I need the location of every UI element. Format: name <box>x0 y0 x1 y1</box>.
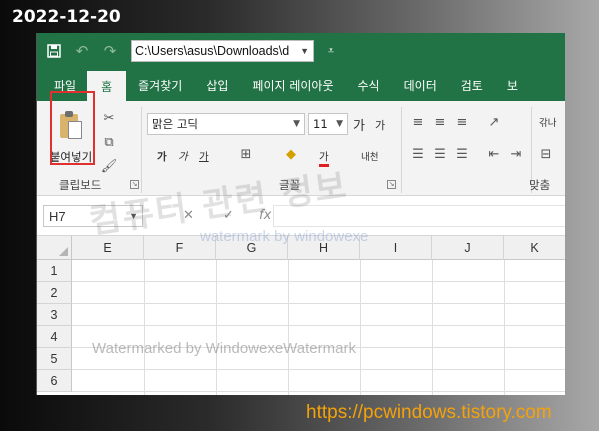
column-header[interactable]: I <box>360 236 432 260</box>
worksheet-grid: E F G H I J K 1 2 3 4 5 6 <box>37 236 565 395</box>
align-middle-icon[interactable]: ≡ <box>431 113 449 131</box>
borders-icon[interactable]: ⊞ <box>237 145 255 163</box>
name-box-value: H7 <box>49 208 66 224</box>
ribbon-tabs: 파일 홈 즐겨찾기 삽입 페이지 레이아웃 수식 데이터 검토 보 <box>37 69 565 101</box>
bold-button[interactable]: 가 <box>157 149 167 164</box>
clipboard-group-label: 클립보드 <box>59 178 102 192</box>
row-header[interactable]: 4 <box>37 326 72 348</box>
site-url: https://pcwindows.tistory.com <box>306 402 552 423</box>
align-right-icon[interactable]: ☰ <box>453 145 471 163</box>
cell-row[interactable] <box>72 260 565 282</box>
align-left-icon[interactable]: ☰ <box>409 145 427 163</box>
phonetic-button[interactable]: 내천 <box>361 149 378 163</box>
row-header[interactable]: 5 <box>37 348 72 370</box>
undo-icon[interactable]: ↶ <box>71 40 93 62</box>
font-launcher-icon[interactable]: ↘ <box>387 180 396 189</box>
watermark-mid: watermark by windowexe <box>200 228 369 245</box>
column-gridline <box>288 260 289 395</box>
select-all-button[interactable] <box>37 236 72 260</box>
copy-icon[interactable]: ⧉ <box>100 133 118 151</box>
chevron-down-icon: ▼ <box>300 46 309 56</box>
wrap-text-button[interactable]: 갂나 <box>539 115 556 129</box>
font-name-box[interactable]: 맑은 고딕 ▼ <box>147 113 305 135</box>
highlight-box <box>50 91 95 165</box>
row-header[interactable]: 1 <box>37 260 72 282</box>
column-gridline <box>432 260 433 395</box>
customize-icon[interactable]: ⩡ <box>320 40 342 62</box>
tab-formulas[interactable]: 수식 <box>346 69 392 101</box>
file-path-box[interactable]: C:\Users\asus\Downloads\d ▼ <box>131 40 314 62</box>
format-painter-icon[interactable]: 🖌 <box>100 157 118 175</box>
cell-row[interactable] <box>72 304 565 326</box>
fill-color-icon[interactable]: ◆ <box>282 145 300 163</box>
font-size-value: 11 <box>313 117 328 131</box>
date-stamp: 2022-12-20 <box>12 7 121 27</box>
tab-page-layout[interactable]: 페이지 레이아웃 <box>240 69 345 101</box>
file-path-text: C:\Users\asus\Downloads\d <box>135 44 290 58</box>
grow-font-button[interactable]: 가 <box>353 115 365 134</box>
decrease-indent-icon[interactable]: ⇤ <box>485 145 503 163</box>
align-bottom-icon[interactable]: ≡ <box>453 113 471 131</box>
group-divider <box>401 107 402 193</box>
cut-icon[interactable]: ✂ <box>100 109 118 127</box>
watermark-bottom: Watermarked by WindowexeWatermark <box>92 340 356 357</box>
chevron-down-icon: ▼ <box>336 119 343 129</box>
column-gridline <box>144 260 145 395</box>
row-header[interactable]: 3 <box>37 304 72 326</box>
orientation-icon[interactable]: ↗ <box>485 113 503 131</box>
tab-review[interactable]: 검토 <box>449 69 495 101</box>
chevron-down-icon: ▼ <box>293 119 300 129</box>
column-gridline <box>360 260 361 395</box>
align-top-icon[interactable]: ≡ <box>409 113 427 131</box>
tab-favorites[interactable]: 즐겨찾기 <box>126 69 194 101</box>
cell-row[interactable] <box>72 370 565 392</box>
cell-row[interactable] <box>72 282 565 304</box>
shrink-font-button[interactable]: 가 <box>375 117 385 133</box>
column-header[interactable]: K <box>504 236 565 260</box>
italic-button[interactable]: 가 <box>178 149 188 164</box>
title-bar: ↶ ↷ C:\Users\asus\Downloads\d ▼ ⩡ <box>37 33 565 69</box>
column-gridline <box>504 260 505 395</box>
font-name-value: 맑은 고딕 <box>152 117 198 131</box>
row-header[interactable]: 2 <box>37 282 72 304</box>
row-header[interactable]: 6 <box>37 370 72 392</box>
underline-button[interactable]: 가 <box>199 149 209 164</box>
save-icon[interactable] <box>43 40 65 62</box>
tab-view[interactable]: 보 <box>495 69 530 101</box>
column-gridline <box>216 260 217 395</box>
tab-data[interactable]: 데이터 <box>392 69 449 101</box>
group-divider <box>141 107 142 193</box>
align-center-icon[interactable]: ☰ <box>431 145 449 163</box>
tab-insert[interactable]: 삽입 <box>194 69 240 101</box>
column-header[interactable]: J <box>432 236 504 260</box>
redo-icon[interactable]: ↷ <box>99 40 121 62</box>
merge-icon[interactable]: ⊟ <box>537 145 555 163</box>
increase-indent-icon[interactable]: ⇥ <box>507 145 525 163</box>
font-size-box[interactable]: 11 ▼ <box>308 113 348 135</box>
alignment-group-label: 맞춤 <box>529 178 551 192</box>
